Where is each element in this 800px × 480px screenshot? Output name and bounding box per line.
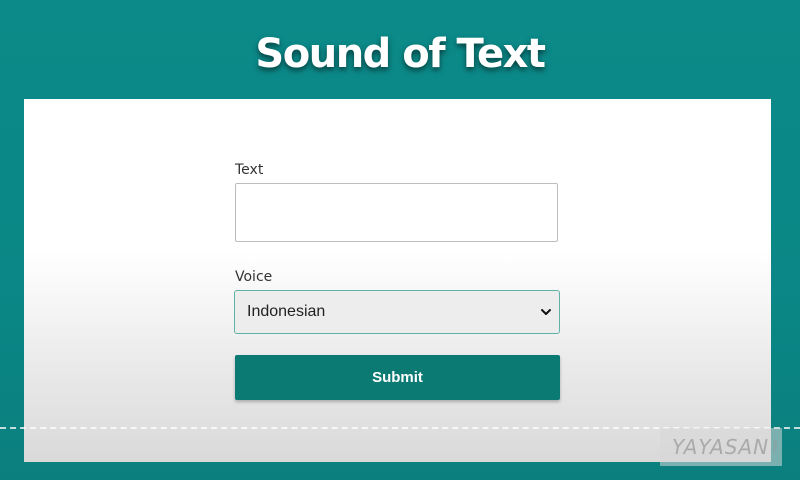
watermark-logo: YAYASAN MAS bbox=[660, 428, 782, 466]
submit-button[interactable]: Submit bbox=[235, 355, 560, 400]
page-title: Sound of Text bbox=[255, 31, 546, 77]
text-input[interactable] bbox=[235, 183, 558, 242]
voice-select[interactable]: Indonesian bbox=[234, 290, 560, 334]
form-card: Text Voice Indonesian Submit bbox=[24, 99, 771, 462]
text-field-label: Text bbox=[235, 162, 264, 178]
watermark-text: YAYASAN bbox=[672, 435, 770, 459]
watermark-subtext: MAS bbox=[771, 440, 778, 454]
chevron-down-icon bbox=[541, 309, 551, 315]
voice-select-value: Indonesian bbox=[247, 303, 326, 320]
voice-field-label: Voice bbox=[235, 269, 273, 285]
